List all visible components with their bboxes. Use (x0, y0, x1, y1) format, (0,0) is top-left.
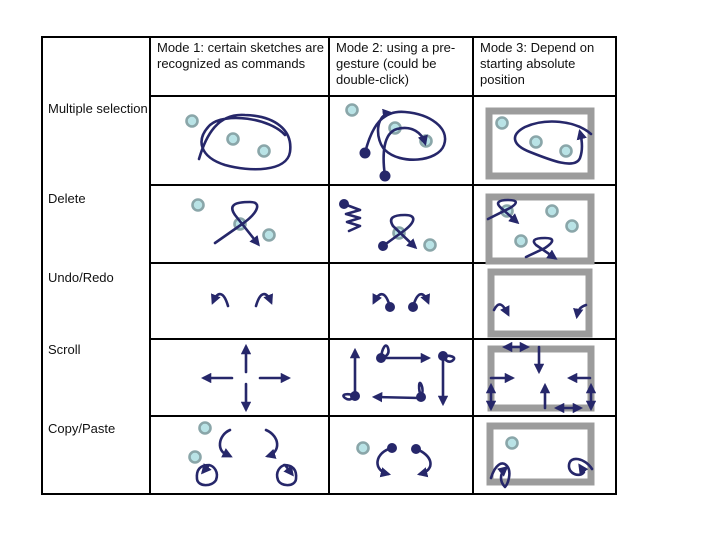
object-icon (559, 144, 573, 158)
object-icon (423, 238, 437, 252)
mode1-delete-sketch (191, 198, 276, 247)
paste-stroke (264, 428, 279, 459)
object-icon (565, 219, 579, 233)
object-icon (185, 114, 199, 128)
delete-stroke (381, 213, 418, 250)
copy-loop-stroke (195, 463, 219, 487)
pregesture-loop (417, 381, 424, 399)
screen-frame (487, 268, 593, 338)
paste-loop-stroke (275, 463, 298, 487)
mode3-copy-paste-sketch (486, 422, 595, 489)
scroll-left-arrow (371, 391, 421, 403)
undo-stroke (211, 292, 230, 308)
undo-stroke (492, 303, 510, 317)
pregesture-loop (342, 392, 357, 401)
object-icon (198, 421, 212, 435)
object-icon (505, 436, 519, 450)
object-icon (514, 234, 528, 248)
mode1-undo-redo-sketch (211, 292, 273, 308)
mode1-scroll-sketch (200, 343, 292, 413)
redo-stroke (573, 303, 588, 320)
object-icon (495, 116, 509, 130)
lasso-stroke (363, 108, 447, 161)
mode1-copy-paste-sketch (188, 421, 298, 487)
mode2-undo-redo-sketch (372, 293, 430, 312)
mode3-delete-sketch (485, 193, 595, 265)
mode2-delete-sketch (339, 199, 437, 252)
mode1-multiple-selection-sketch (185, 113, 292, 171)
object-icon (345, 103, 359, 117)
gesture-sketches (185, 103, 597, 489)
mode3-undo-redo-sketch (487, 268, 593, 338)
object-icon (191, 198, 205, 212)
mode2-scroll-sketch (342, 344, 456, 407)
mode2-multiple-selection-sketch (345, 103, 447, 182)
pregesture-loop (441, 354, 456, 363)
object-icon (226, 132, 240, 146)
lasso-stroke (382, 126, 428, 178)
delete-stroke (524, 236, 558, 260)
mode2-copy-paste-sketch (356, 441, 432, 478)
lasso-stroke (197, 113, 292, 171)
lasso-stroke (513, 120, 593, 165)
object-icon (188, 450, 202, 464)
mode3-scroll-sketch (485, 341, 597, 414)
mode3-multiple-selection-sketch (485, 107, 595, 180)
redo-stroke (254, 292, 273, 308)
pregesture-loop (379, 344, 390, 360)
object-icon (262, 228, 276, 242)
object-icon (545, 204, 559, 218)
copy-stroke (218, 428, 233, 458)
object-icon (529, 135, 543, 149)
object-icon (257, 144, 271, 158)
object-icon (356, 441, 370, 455)
